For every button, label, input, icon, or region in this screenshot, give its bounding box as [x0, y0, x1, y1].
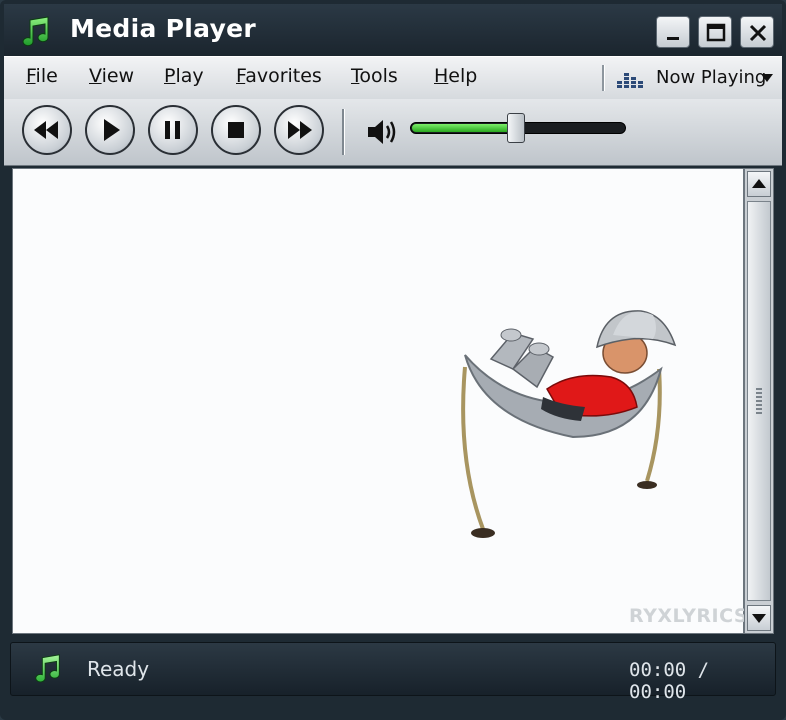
menu-favorites-label: avorites	[245, 65, 322, 87]
volume-slider-thumb[interactable]	[507, 113, 525, 143]
menu-view-mnemonic: V	[89, 65, 102, 87]
menu-play[interactable]: Play	[164, 65, 204, 87]
minimize-button[interactable]	[656, 16, 690, 48]
volume-slider[interactable]	[410, 113, 626, 143]
volume-level	[412, 124, 517, 132]
grip-line	[756, 412, 762, 414]
menu-help-mnemonic: H	[434, 65, 449, 87]
menu-view-label: iew	[101, 65, 135, 87]
arrow-up-icon	[752, 179, 766, 188]
fast-forward-button[interactable]	[274, 105, 324, 155]
time-separator: /	[697, 659, 710, 681]
speaker-icon[interactable]	[366, 117, 400, 147]
menu-favorites[interactable]: Favorites	[236, 65, 322, 87]
play-icon	[104, 119, 120, 141]
time-display: 00:00 / 00:00	[629, 659, 775, 703]
title-bar[interactable]: Media Player	[4, 4, 782, 56]
control-divider	[342, 109, 345, 155]
play-button[interactable]	[85, 105, 135, 155]
pause-button[interactable]	[148, 105, 198, 155]
menu-bar: File View Play Favorites Tools Help Now …	[4, 56, 782, 100]
menu-file-label: ile	[35, 65, 58, 87]
grip-line	[756, 404, 762, 406]
grip-line	[756, 408, 762, 410]
stop-icon	[228, 122, 244, 138]
scroll-down-button[interactable]	[747, 605, 771, 631]
maximize-button[interactable]	[698, 16, 732, 48]
total-time: 00:00	[629, 681, 687, 703]
menu-tools-label: ools	[359, 65, 398, 87]
video-display[interactable]: RYXLYRICS	[12, 168, 748, 634]
stop-button[interactable]	[211, 105, 261, 155]
menu-help[interactable]: Help	[434, 65, 477, 87]
chevron-down-icon[interactable]	[760, 73, 774, 83]
rewind-button[interactable]	[22, 105, 72, 155]
close-button[interactable]	[740, 16, 774, 48]
menu-view[interactable]: View	[89, 65, 134, 87]
menu-favorites-mnemonic: F	[236, 65, 246, 87]
arrow-down-icon	[752, 614, 766, 623]
menu-divider	[602, 65, 605, 91]
menu-file-mnemonic: F	[26, 65, 36, 87]
menu-file[interactable]: File	[26, 65, 58, 87]
grip-line	[756, 400, 762, 402]
media-player-window: Media Player File View Play Favorites To…	[0, 0, 786, 720]
scrollbar-thumb[interactable]	[747, 201, 771, 601]
equalizer-icon	[617, 73, 643, 88]
menu-help-label: elp	[448, 65, 478, 87]
status-text: Ready	[87, 657, 150, 681]
window-title: Media Player	[70, 14, 257, 43]
grip-line	[756, 396, 762, 398]
menu-play-label: lay	[175, 65, 204, 87]
elapsed-time: 00:00	[629, 659, 687, 681]
grip-line	[756, 392, 762, 394]
music-note-icon	[35, 654, 60, 683]
now-playing-menu[interactable]: Now Playing	[656, 67, 766, 88]
maximize-icon	[706, 23, 726, 42]
pause-icon	[165, 121, 180, 139]
music-note-icon	[22, 16, 49, 47]
transport-controls	[4, 99, 782, 166]
watermark-text: RYXLYRICS	[629, 605, 749, 627]
grip-line	[756, 388, 762, 390]
fast-forward-icon	[288, 121, 312, 139]
close-icon	[749, 24, 767, 42]
vertical-scrollbar[interactable]	[744, 168, 774, 634]
rewind-icon	[34, 121, 58, 139]
minimize-icon	[667, 37, 679, 40]
menu-play-mnemonic: P	[164, 65, 176, 87]
scroll-up-button[interactable]	[747, 171, 771, 197]
hammock-animation	[461, 310, 677, 538]
status-bar: Ready 00:00 / 00:00	[10, 642, 776, 703]
menu-tools[interactable]: Tools	[351, 65, 398, 87]
